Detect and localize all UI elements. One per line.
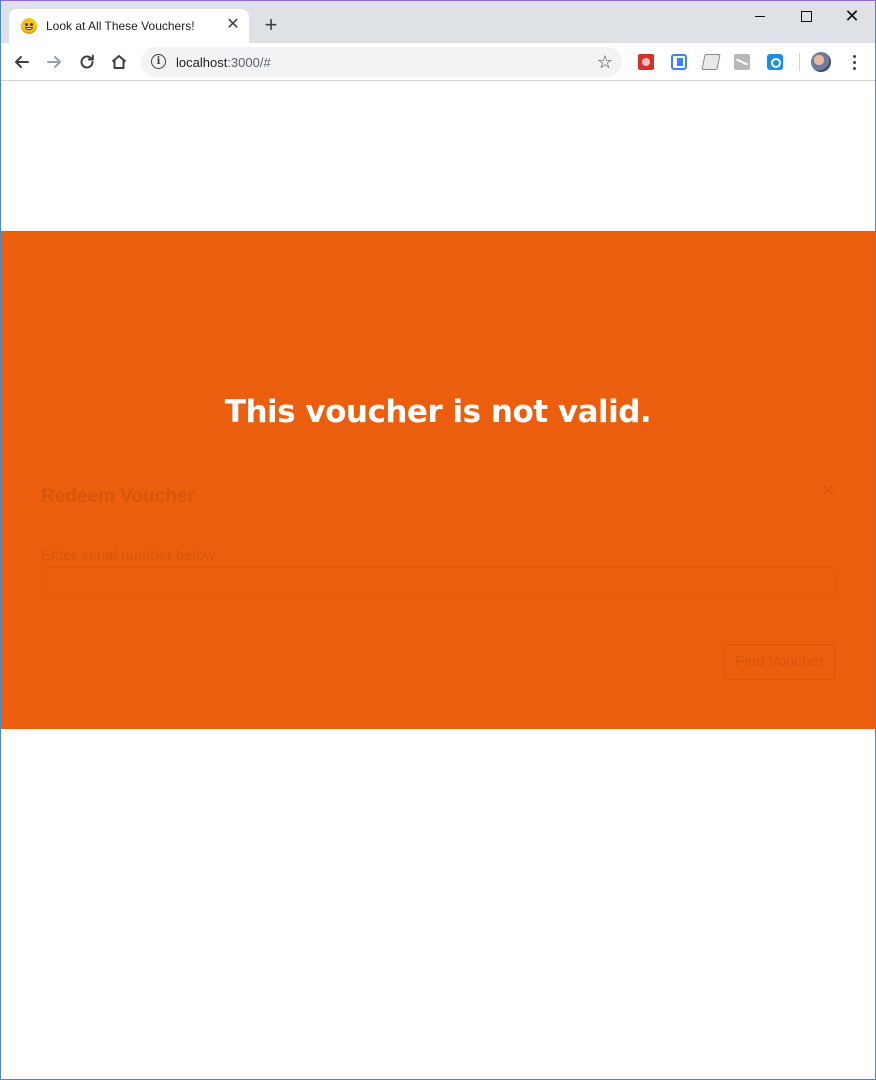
reload-icon bbox=[80, 54, 94, 69]
toolbar-divider bbox=[799, 53, 800, 71]
browser-window: Look at All These Vouchers! ✕ + ✕ i loca… bbox=[0, 0, 876, 1080]
grinning-face-icon bbox=[21, 18, 37, 34]
arrow-right-icon bbox=[47, 56, 61, 68]
minimize-button[interactable] bbox=[737, 1, 783, 31]
redeem-voucher-modal: Redeem Voucher × Enter serial number bel… bbox=[1, 231, 875, 729]
star-icon[interactable]: ☆ bbox=[597, 52, 613, 72]
profile-avatar[interactable] bbox=[811, 52, 831, 72]
find-voucher-button[interactable]: Find Voucher bbox=[724, 644, 835, 680]
modal-close-icon[interactable]: × bbox=[822, 480, 834, 503]
modal-title: Redeem Voucher bbox=[41, 486, 195, 507]
url-path: :3000/# bbox=[227, 55, 271, 70]
maximize-button[interactable] bbox=[783, 1, 829, 31]
serial-number-label: Enter serial number below bbox=[41, 547, 216, 564]
arrow-left-icon bbox=[15, 56, 29, 68]
kebab-menu-icon[interactable] bbox=[844, 52, 864, 72]
close-window-button[interactable]: ✕ bbox=[829, 1, 875, 31]
pen-extension-icon[interactable] bbox=[734, 54, 750, 70]
close-icon: ✕ bbox=[844, 6, 860, 26]
new-tab-button[interactable]: + bbox=[261, 14, 281, 36]
voucher-modal-overlay: Redeem Voucher × Enter serial number bel… bbox=[1, 231, 875, 729]
forward-button[interactable] bbox=[41, 49, 67, 75]
minimize-icon bbox=[755, 15, 765, 17]
blue-clock-extension-icon[interactable] bbox=[767, 54, 783, 70]
url-text[interactable]: localhost:3000/# bbox=[176, 55, 271, 70]
window-controls: ✕ bbox=[737, 1, 875, 31]
address-bar[interactable]: i localhost:3000/# ☆ bbox=[141, 47, 622, 77]
maximize-icon bbox=[800, 10, 812, 22]
info-icon[interactable]: i bbox=[151, 54, 166, 69]
page-viewport: Redeem Voucher × Enter serial number bel… bbox=[1, 81, 875, 1079]
tab-title: Look at All These Vouchers! bbox=[46, 19, 195, 33]
tab-strip: Look at All These Vouchers! ✕ + ✕ bbox=[1, 1, 875, 43]
tab-close-icon[interactable]: ✕ bbox=[225, 17, 241, 33]
invalid-voucher-message: This voucher is not valid. bbox=[224, 394, 652, 430]
home-icon bbox=[111, 55, 127, 69]
browser-toolbar: i localhost:3000/# ☆ bbox=[1, 43, 875, 81]
gray-extension-icon[interactable] bbox=[701, 54, 721, 70]
tab-active[interactable]: Look at All These Vouchers! ✕ bbox=[9, 9, 249, 43]
url-host: localhost bbox=[176, 55, 228, 70]
home-button[interactable] bbox=[106, 49, 132, 75]
blue-extension-icon[interactable] bbox=[671, 54, 687, 70]
serial-number-input[interactable] bbox=[41, 567, 835, 595]
reload-button[interactable] bbox=[74, 49, 100, 75]
red-extension-icon[interactable] bbox=[638, 54, 654, 70]
back-button[interactable] bbox=[9, 49, 35, 75]
